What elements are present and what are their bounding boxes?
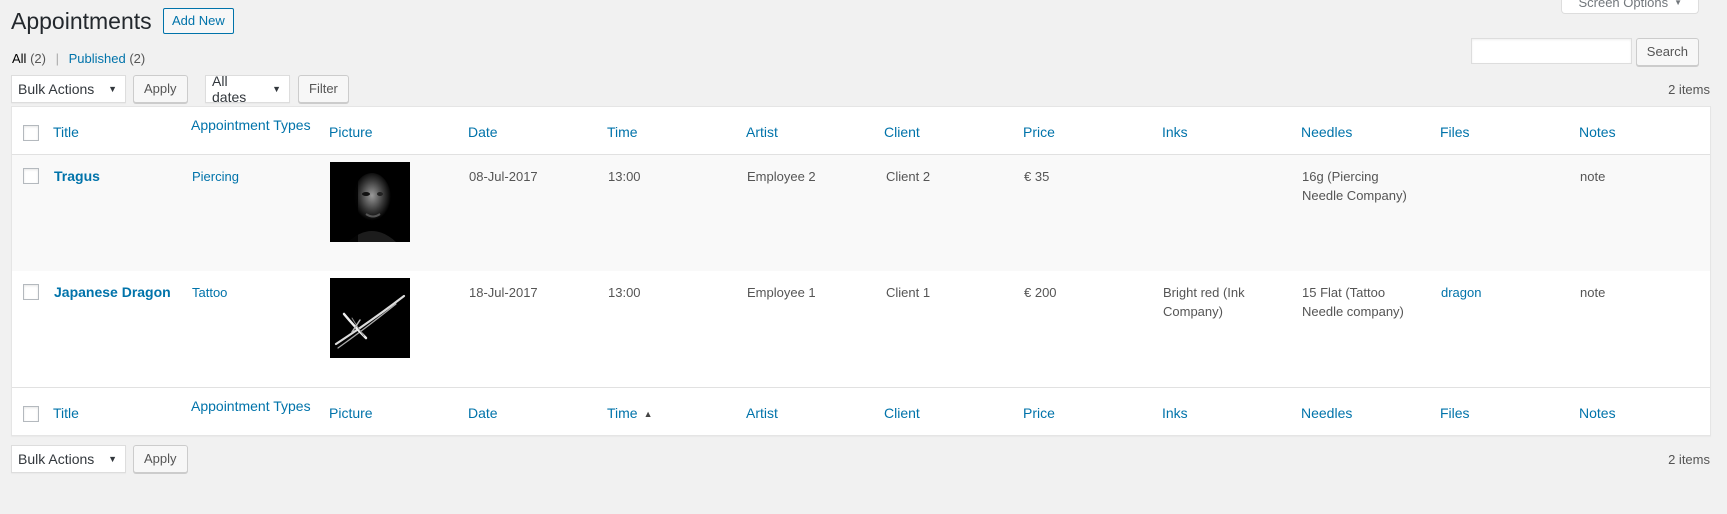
dropdown-arrow-icon: ▼: [108, 454, 117, 464]
apply-button-bottom[interactable]: Apply: [133, 445, 188, 473]
row-needles: 16g (Piercing Needle Company): [1302, 169, 1407, 203]
select-all-checkbox-footer[interactable]: [23, 406, 39, 422]
status-views: All (2) | Published (2): [12, 51, 145, 66]
column-title[interactable]: Title: [53, 124, 79, 140]
bulk-actions-value: Bulk Actions: [18, 81, 95, 97]
page-title: Appointments: [11, 8, 152, 34]
table-row: Japanese Dragon Tattoo 18-Jul-2017 13:00…: [12, 271, 1710, 387]
column-time[interactable]: Time: [607, 124, 638, 140]
bulk-actions-select-bottom[interactable]: Bulk Actions ▼: [11, 445, 126, 473]
select-all-checkbox[interactable]: [23, 125, 39, 141]
items-count: 2 items: [1668, 82, 1710, 97]
dates-value: All dates: [212, 73, 247, 105]
row-type: Piercing: [192, 167, 239, 186]
row-files-link[interactable]: dragon: [1441, 285, 1481, 300]
search-button[interactable]: Search: [1635, 38, 1699, 66]
table-footer: Title Appointment Types Picture Date Tim…: [12, 387, 1710, 435]
row-checkbox[interactable]: [23, 284, 39, 300]
row-price: € 200: [1024, 285, 1057, 300]
footer-column-price[interactable]: Price: [1023, 405, 1055, 421]
table-header: Title Appointment Types Picture Date Tim…: [12, 107, 1710, 155]
dropdown-arrow-icon: ▼: [272, 84, 281, 94]
portrait-image: [330, 162, 410, 242]
row-time: 13:00: [608, 169, 641, 184]
row-title-link[interactable]: Tragus: [54, 168, 100, 184]
row-inks: Bright red (Ink Company): [1163, 285, 1245, 319]
appointments-table: Title Appointment Types Picture Date Tim…: [11, 106, 1711, 436]
row-needles: 15 Flat (Tattoo Needle company): [1302, 285, 1404, 319]
row-picture-thumbnail[interactable]: [330, 162, 410, 242]
column-picture[interactable]: Picture: [329, 124, 373, 140]
footer-column-artist[interactable]: Artist: [746, 405, 778, 421]
view-separator: |: [55, 51, 59, 66]
row-notes: note: [1580, 169, 1606, 184]
dates-select[interactable]: All dates ▼: [205, 73, 290, 105]
column-files[interactable]: Files: [1440, 124, 1470, 140]
view-published-link[interactable]: Published: [69, 51, 126, 66]
footer-column-appointment-types[interactable]: Appointment Types: [191, 398, 311, 414]
row-type-link[interactable]: Piercing: [192, 169, 239, 184]
footer-column-time-label: Time: [607, 405, 638, 421]
row-type-link[interactable]: Tattoo: [192, 285, 227, 300]
apply-button[interactable]: Apply: [133, 75, 188, 103]
strokes-image: [330, 278, 410, 358]
search-box: Search: [1470, 38, 1699, 66]
row-artist: Employee 1: [747, 285, 816, 300]
row-type: Tattoo: [192, 283, 227, 302]
row-artist: Employee 2: [747, 169, 816, 184]
tablenav-bottom: Bulk Actions ▼ Apply 2 items: [11, 445, 1711, 475]
row-picture-thumbnail[interactable]: [330, 278, 410, 358]
footer-column-notes[interactable]: Notes: [1579, 405, 1616, 421]
column-price[interactable]: Price: [1023, 124, 1055, 140]
column-inks[interactable]: Inks: [1162, 124, 1188, 140]
footer-column-title[interactable]: Title: [53, 405, 79, 421]
bulk-actions-select[interactable]: Bulk Actions ▼: [11, 75, 126, 103]
chevron-down-icon: ▼: [1674, 0, 1682, 7]
dropdown-arrow-icon: ▼: [108, 84, 117, 94]
footer-column-files[interactable]: Files: [1440, 405, 1470, 421]
row-client: Client 1: [886, 285, 931, 300]
column-artist[interactable]: Artist: [746, 124, 778, 140]
footer-column-client[interactable]: Client: [884, 405, 920, 421]
row-date: 08-Jul-2017: [469, 169, 538, 184]
add-new-button[interactable]: Add New: [163, 8, 234, 34]
row-date: 18-Jul-2017: [469, 285, 538, 300]
footer-column-time[interactable]: Time ▲: [607, 405, 653, 421]
filter-button[interactable]: Filter: [298, 75, 349, 103]
row-client: Client 2: [886, 169, 931, 184]
row-time: 13:00: [608, 285, 641, 300]
footer-column-picture[interactable]: Picture: [329, 405, 373, 421]
items-count-bottom: 2 items: [1668, 452, 1710, 467]
view-all-link[interactable]: All: [12, 51, 26, 66]
row-files: dragon: [1441, 283, 1481, 302]
row-checkbox[interactable]: [23, 168, 39, 184]
column-appointment-types[interactable]: Appointment Types: [191, 117, 311, 133]
view-all-count: (2): [30, 51, 46, 66]
column-notes[interactable]: Notes: [1579, 124, 1616, 140]
footer-column-needles[interactable]: Needles: [1301, 405, 1352, 421]
column-needles[interactable]: Needles: [1301, 124, 1352, 140]
sort-ascending-icon: ▲: [643, 409, 653, 419]
footer-column-date[interactable]: Date: [468, 405, 498, 421]
bulk-actions-value-bottom: Bulk Actions: [18, 451, 95, 467]
column-date[interactable]: Date: [468, 124, 498, 140]
search-input[interactable]: [1470, 38, 1632, 64]
row-title: Japanese Dragon: [54, 283, 171, 302]
screen-options-label: Screen Options: [1578, 0, 1669, 10]
row-title: Tragus: [54, 167, 100, 186]
column-client[interactable]: Client: [884, 124, 920, 140]
footer-column-inks[interactable]: Inks: [1162, 405, 1188, 421]
screen-options-toggle[interactable]: Screen Options ▼: [1561, 0, 1699, 14]
table-row: Tragus Piercing 08-Jul-2017 13:00 Employ…: [12, 155, 1710, 271]
row-title-link[interactable]: Japanese Dragon: [54, 284, 171, 300]
row-price: € 35: [1024, 169, 1050, 184]
view-published-count: (2): [129, 51, 146, 66]
tablenav-top: Bulk Actions ▼ Apply All dates ▼ Filter …: [11, 73, 1711, 105]
row-notes: note: [1580, 285, 1606, 300]
